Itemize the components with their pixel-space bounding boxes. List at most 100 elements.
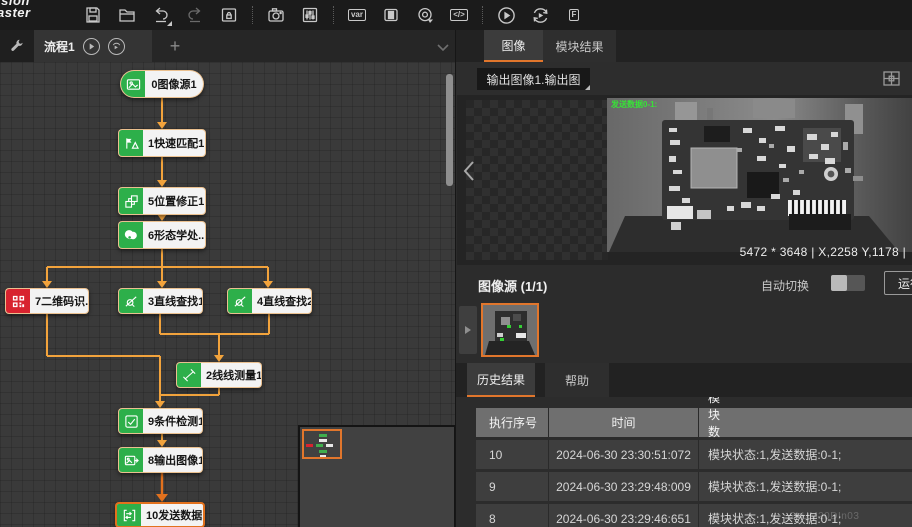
script-icon[interactable]: </> bbox=[448, 4, 470, 26]
flow-node-1[interactable]: 1快速匹配1 bbox=[118, 129, 206, 157]
app-window: isionaster bbox=[0, 0, 912, 527]
flow-tab-bar: 流程1 + bbox=[0, 30, 456, 62]
toolbar-separator bbox=[333, 6, 334, 24]
window-lock-icon[interactable] bbox=[218, 4, 240, 26]
flow-node-label: 0图像源1 bbox=[145, 71, 203, 97]
flow-node-label: 8输出图像1 bbox=[143, 448, 203, 472]
flow-node-label: 2线线测量1 bbox=[201, 363, 262, 387]
history-table: 执行序号 时间 模块数据 102024-06-30 23:30:51:072模块… bbox=[456, 397, 912, 527]
image-thumbnail[interactable] bbox=[481, 303, 539, 357]
flow-settings-button[interactable] bbox=[0, 30, 34, 62]
format-icon[interactable]: F bbox=[563, 4, 585, 26]
wrench-icon bbox=[9, 38, 25, 54]
table-cell: 2024-06-30 23:30:51:072 bbox=[549, 440, 699, 469]
run-loop-icon[interactable] bbox=[529, 4, 551, 26]
image-source-label: 图像源 (1/1) bbox=[478, 276, 547, 295]
condition-icon bbox=[119, 409, 143, 433]
flow-list-chevron-icon[interactable] bbox=[436, 40, 450, 58]
run-once-icon[interactable] bbox=[495, 4, 517, 26]
table-cell: 2024-06-30 23:29:48:009 bbox=[549, 472, 699, 501]
fit-window-icon[interactable] bbox=[882, 69, 901, 93]
flow-loop-run-icon[interactable] bbox=[108, 38, 125, 55]
image-toolbar: 输出图像1.输出图 bbox=[456, 62, 912, 95]
result-tabbar: 历史结果 帮助 bbox=[456, 363, 912, 397]
send-icon bbox=[117, 504, 141, 526]
minimap-viewport[interactable] bbox=[302, 429, 342, 459]
open-folder-icon[interactable] bbox=[116, 4, 138, 26]
toolbar-separator bbox=[482, 6, 483, 24]
table-row[interactable]: 102024-06-30 23:30:51:072模块状态:1,发送数据:0-1… bbox=[476, 440, 912, 469]
camera-icon[interactable] bbox=[265, 4, 287, 26]
tune-settings-icon[interactable] bbox=[299, 4, 321, 26]
flowchart-canvas[interactable]: 0图像源1 1快速匹配1 5位置修正1 6形态学处... 7二维码识... 3直线查找1 4… bbox=[0, 62, 455, 527]
table-cell: 10 bbox=[476, 440, 549, 469]
flow-node-label: 9条件检测1 bbox=[143, 409, 203, 433]
flow-node-label: 10发送数据1 bbox=[141, 504, 205, 526]
prev-image-chevron-icon[interactable] bbox=[462, 159, 476, 188]
flow-node-10[interactable]: 10发送数据1 bbox=[115, 502, 205, 527]
image-source-row: 图像源 (1/1) 自动切换 运行 bbox=[456, 265, 912, 302]
flow-node-8[interactable]: 8输出图像1 bbox=[118, 447, 203, 473]
flow-node-label: 3直线查找1 bbox=[143, 289, 203, 313]
app-logo: isionaster bbox=[0, 0, 31, 19]
top-toolbar: isionaster bbox=[0, 0, 912, 30]
flow-node-4[interactable]: 4直线查找2 bbox=[227, 288, 312, 314]
flow-node-7[interactable]: 7二维码识... bbox=[5, 288, 89, 314]
thumbnail-strip bbox=[456, 302, 912, 363]
image-icon bbox=[121, 71, 145, 97]
flow-node-6[interactable]: 6形态学处... bbox=[118, 221, 206, 249]
global-trigger-icon[interactable] bbox=[414, 4, 436, 26]
undo-icon[interactable] bbox=[150, 4, 172, 26]
match-icon bbox=[119, 130, 143, 156]
line-find-icon bbox=[119, 289, 143, 313]
table-cell: 8 bbox=[476, 504, 549, 527]
table-row[interactable]: 92024-06-30 23:29:48:009模块状态:1,发送数据:0-1; bbox=[476, 472, 912, 501]
toolbar-separator bbox=[252, 6, 253, 24]
flow-node-3[interactable]: 3直线查找1 bbox=[118, 288, 203, 314]
variables-icon[interactable]: var bbox=[346, 4, 368, 26]
auto-switch-toggle[interactable] bbox=[831, 275, 865, 291]
tab-image[interactable]: 图像 bbox=[484, 30, 543, 62]
flow-run-icon[interactable] bbox=[83, 38, 100, 55]
run-button[interactable]: 运行 bbox=[884, 271, 912, 295]
col-header-data: 模块数据 bbox=[699, 408, 912, 437]
pcb-photo bbox=[607, 98, 912, 252]
flow-node-0[interactable]: 0图像源1 bbox=[120, 70, 204, 98]
select-dropdown-arrow bbox=[585, 85, 590, 90]
measure-icon bbox=[177, 363, 201, 387]
line-find-icon bbox=[228, 289, 252, 313]
tab-help[interactable]: 帮助 bbox=[545, 363, 609, 397]
position-icon bbox=[119, 188, 143, 214]
flow-node-label: 6形态学处... bbox=[143, 222, 206, 248]
add-flow-button[interactable]: + bbox=[160, 30, 190, 62]
thumbnail-expand-button[interactable] bbox=[459, 306, 477, 354]
undo-dropdown-arrow[interactable] bbox=[167, 21, 172, 26]
flow-node-label: 1快速匹配1 bbox=[143, 130, 206, 156]
io-module-icon[interactable] bbox=[380, 4, 402, 26]
right-panel-tabbar: 图像 模块结果 bbox=[456, 30, 912, 62]
tab-module-result[interactable]: 模块结果 bbox=[543, 30, 616, 62]
watermark: 2vUM20DIn03 bbox=[790, 511, 859, 522]
flow-node-9[interactable]: 9条件检测1 bbox=[118, 408, 203, 434]
col-header-seq: 执行序号 bbox=[476, 408, 549, 437]
table-cell: 模块状态:1,发送数据:0-1; bbox=[699, 440, 912, 469]
minimap[interactable] bbox=[298, 425, 455, 527]
redo-icon[interactable] bbox=[184, 4, 206, 26]
output-icon bbox=[119, 448, 143, 472]
flow-node-2[interactable]: 2线线测量1 bbox=[176, 362, 262, 388]
save-icon[interactable] bbox=[82, 4, 104, 26]
auto-switch-label: 自动切换 bbox=[761, 277, 809, 294]
toggle-knob bbox=[831, 275, 847, 291]
transparent-background bbox=[466, 100, 608, 260]
tab-history-result[interactable]: 历史结果 bbox=[467, 363, 535, 397]
flow-node-label: 7二维码识... bbox=[30, 289, 89, 313]
flow-node-5[interactable]: 5位置修正1 bbox=[118, 187, 206, 215]
morphology-icon bbox=[119, 222, 143, 248]
table-header-row: 执行序号 时间 模块数据 bbox=[476, 408, 912, 437]
table-cell: 9 bbox=[476, 472, 549, 501]
image-source-select[interactable]: 输出图像1.输出图 bbox=[477, 68, 590, 90]
tab-flow1[interactable]: 流程1 bbox=[34, 30, 152, 62]
canvas-scrollbar[interactable] bbox=[446, 74, 453, 186]
image-viewer[interactable]: 发送数据0-1: 5472 * 3648 | X,2258 Y,1178 | bbox=[457, 95, 912, 265]
flow-node-label: 5位置修正1 bbox=[143, 188, 206, 214]
